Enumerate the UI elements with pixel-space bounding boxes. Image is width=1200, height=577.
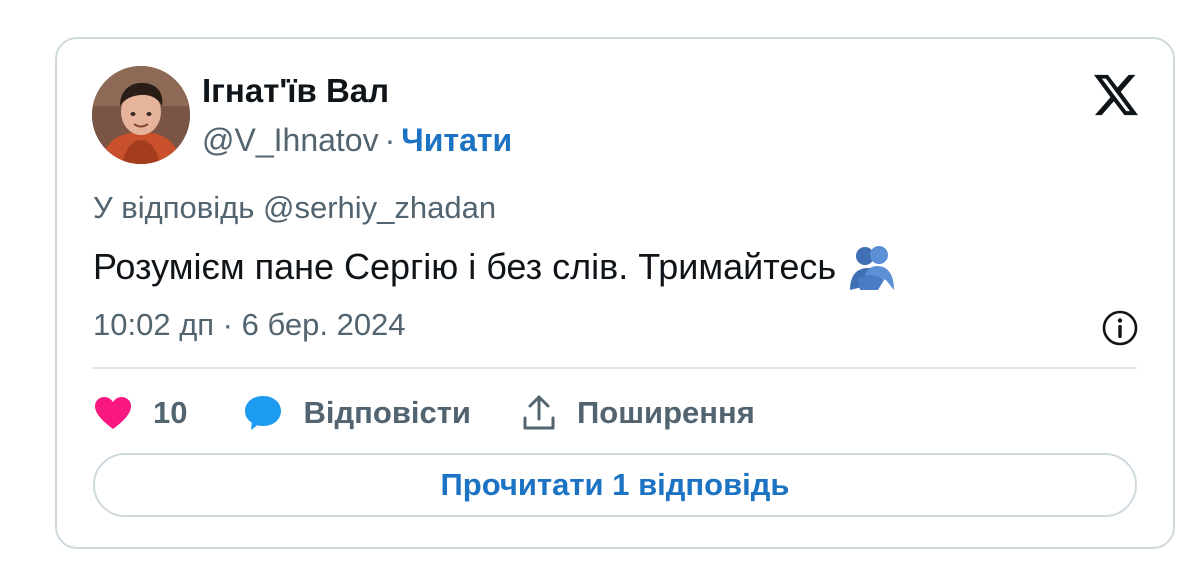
reply-to-label[interactable]: У відповідь @serhiy_zhadan xyxy=(93,190,496,226)
share-icon xyxy=(523,395,555,430)
follow-button[interactable]: Читати xyxy=(401,122,512,158)
x-logo-icon[interactable] xyxy=(1094,74,1138,116)
separator-dot: · xyxy=(384,122,396,158)
share-button[interactable]: Поширення xyxy=(521,394,755,432)
read-replies-button[interactable]: Прочитати 1 відповідь xyxy=(93,453,1137,517)
tweet-header: Ігнат'їв Вал @V_Ihnatov · Читати xyxy=(92,66,1138,166)
heart-icon xyxy=(95,397,131,429)
reply-label: Відповісти xyxy=(303,395,471,430)
author-handle[interactable]: @V_Ihnatov xyxy=(202,122,379,158)
speech-bubble-icon xyxy=(245,396,282,430)
tweet-text-row: Розумієм пане Сергію і без слів. Тримайт… xyxy=(93,244,896,290)
tweet-timestamp[interactable]: 10:02 дп · 6 бер. 2024 xyxy=(93,307,406,343)
divider xyxy=(93,367,1137,369)
author-handle-row: @V_Ihnatov · Читати xyxy=(202,122,512,159)
tweet-text: Розумієм пане Сергію і без слів. Тримайт… xyxy=(93,246,837,287)
people-hugging-emoji-icon xyxy=(850,246,895,290)
tweet-embed-card: Ігнат'їв Вал @V_Ihnatov · Читати У відпові… xyxy=(55,37,1175,549)
like-count: 10 xyxy=(153,395,188,430)
share-label: Поширення xyxy=(576,395,755,430)
avatar[interactable] xyxy=(92,66,190,164)
avatar-image xyxy=(92,66,190,164)
info-icon[interactable] xyxy=(1101,309,1139,347)
author-name[interactable]: Ігнат'їв Вал xyxy=(202,72,389,110)
reply-button[interactable]: Відповісти xyxy=(243,394,471,432)
like-button[interactable]: 10 xyxy=(93,395,187,431)
tweet-actions: 10 Відповісти Поширення xyxy=(93,389,755,437)
